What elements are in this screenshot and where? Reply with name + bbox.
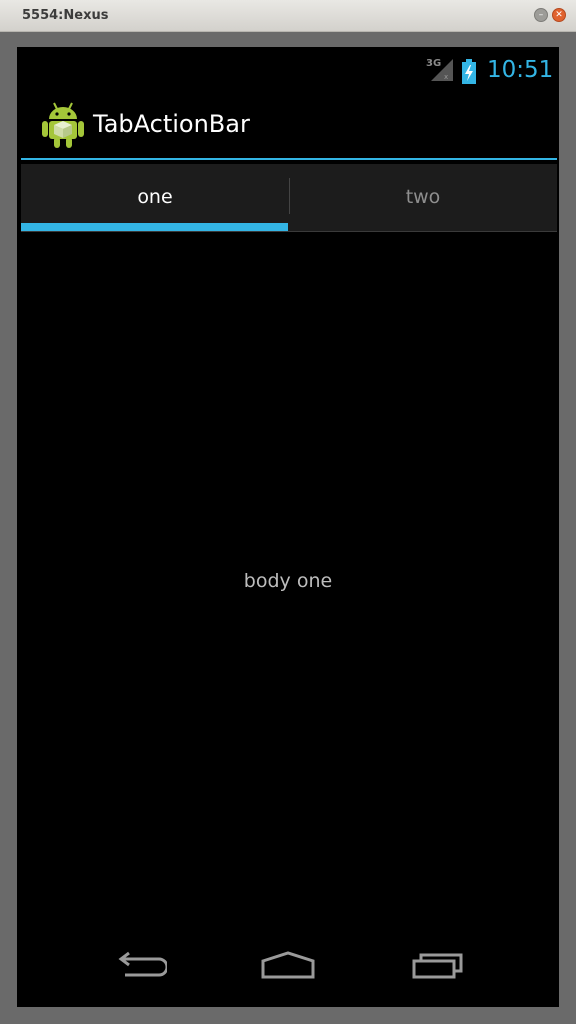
device-screen: 3G x 10:51 TabActionBar one two body one	[17, 47, 559, 1007]
tab-bar: one two	[21, 164, 557, 232]
body-text: body one	[243, 570, 333, 592]
tab-two[interactable]: two	[289, 164, 557, 230]
signal-icon: x	[431, 59, 453, 81]
home-icon[interactable]	[260, 951, 316, 981]
battery-icon	[462, 59, 476, 84]
action-bar-divider	[21, 158, 557, 160]
action-bar: TabActionBar	[17, 91, 559, 159]
android-robot-icon[interactable]	[41, 101, 85, 149]
status-clock: 10:51	[487, 57, 554, 83]
window-title: 5554:Nexus	[22, 8, 109, 23]
svg-text:x: x	[444, 73, 448, 81]
close-button[interactable]: ✕	[552, 8, 566, 22]
recent-apps-icon[interactable]	[411, 951, 467, 981]
status-bar: 3G x 10:51	[17, 47, 559, 91]
selected-tab-indicator	[21, 223, 288, 231]
window-titlebar: 5554:Nexus – ✕	[0, 0, 576, 32]
back-icon[interactable]	[113, 951, 167, 981]
minimize-button[interactable]: –	[534, 8, 548, 22]
navigation-bar	[17, 937, 559, 1007]
app-title: TabActionBar	[93, 110, 250, 138]
tab-one[interactable]: one	[21, 164, 289, 230]
